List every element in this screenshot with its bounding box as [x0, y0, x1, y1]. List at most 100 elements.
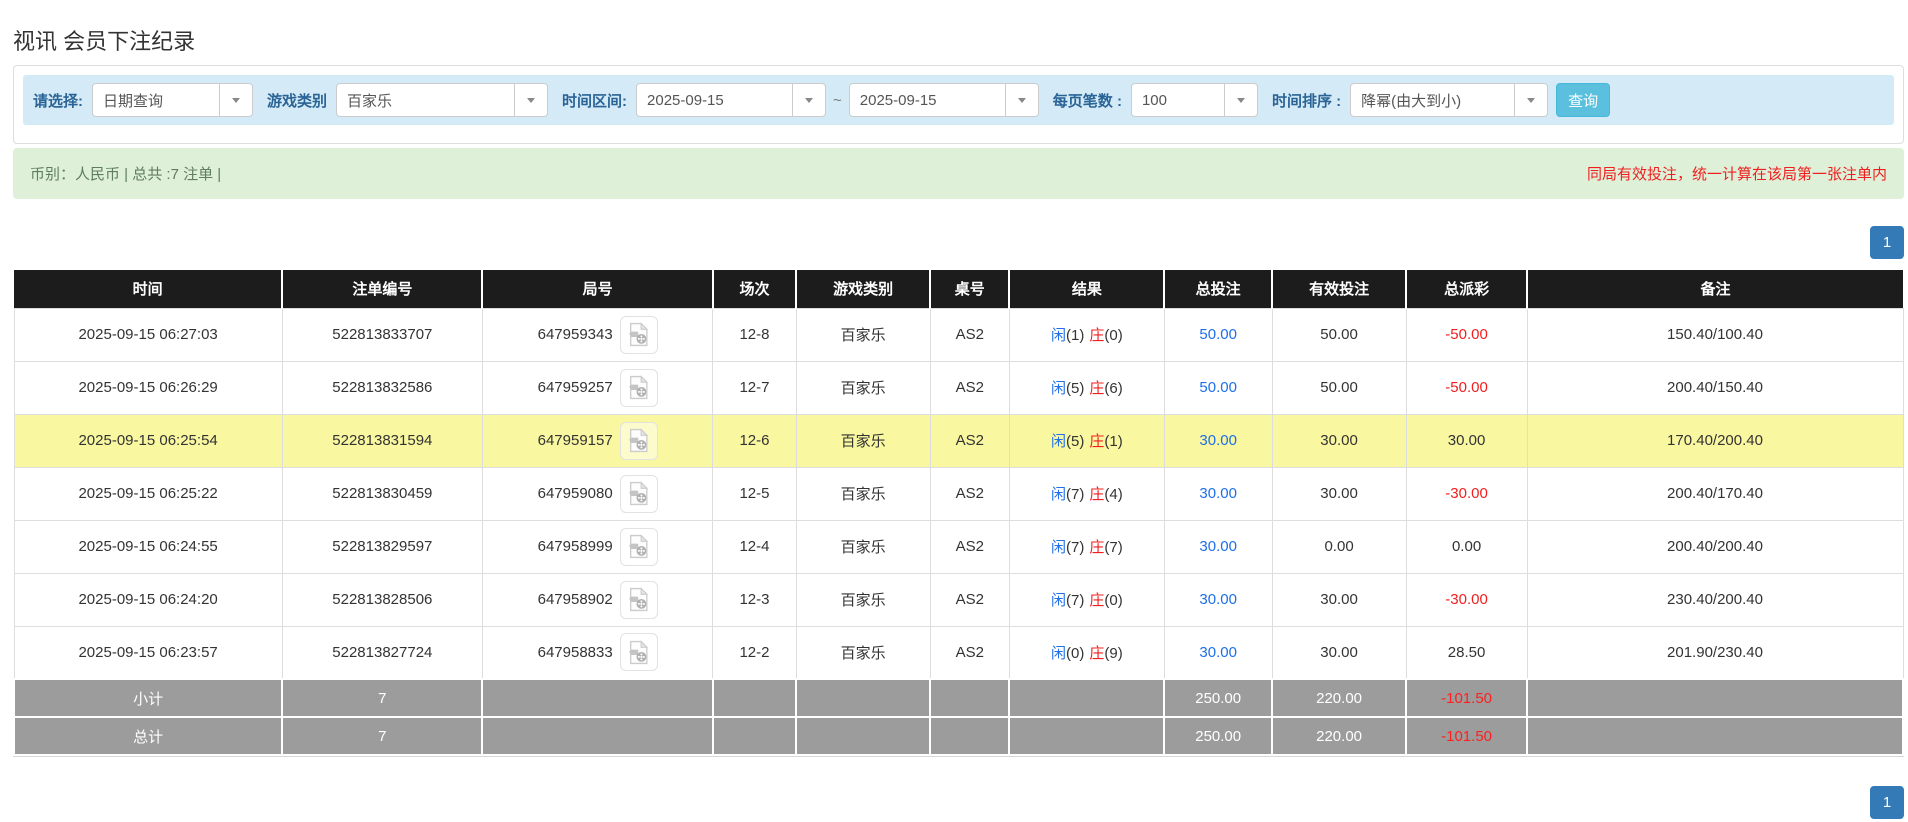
round-number: 647959257: [537, 379, 613, 396]
cell-payout: -50.00: [1405, 307, 1528, 362]
cell-total-bet: 30.00: [1163, 572, 1273, 627]
video-replay-button[interactable]: [619, 368, 658, 407]
col-header-payout: 总派彩: [1406, 270, 1529, 308]
result-player: 闲: [1051, 592, 1067, 609]
result-player: 闲: [1051, 380, 1067, 397]
chevron-down-icon[interactable]: [219, 84, 252, 116]
cell-round: 647959343: [481, 307, 714, 362]
result-banker: 庄: [1089, 644, 1105, 662]
table-row: 2025-09-15 06:23:57 522813827724 6479588…: [13, 625, 1904, 680]
subtotal-label: 小计: [12, 678, 284, 718]
round-number: 647958902: [537, 591, 613, 608]
search-button[interactable]: 查询: [1556, 83, 1611, 117]
select-page-size[interactable]: 100: [1130, 83, 1258, 117]
round-number: 647959343: [537, 326, 613, 343]
col-header-bet-id: 注单编号: [282, 270, 484, 308]
video-replay-button[interactable]: [619, 633, 658, 672]
cell-time: 2025-09-15 06:25:54: [13, 413, 283, 468]
video-file-icon: [629, 322, 649, 347]
pagination-page-1[interactable]: 1: [1870, 226, 1904, 259]
summary-currency-count: 币别：人民币 | 总共 :7 注单 |: [30, 166, 222, 183]
table-row: 2025-09-15 06:24:20 522813828506 6479589…: [13, 572, 1904, 627]
cell-valid-bet: 0.00: [1271, 519, 1407, 574]
cell-bet-id: 522813830459: [281, 466, 483, 521]
result-banker-value: (4): [1104, 486, 1123, 503]
video-replay-button[interactable]: [619, 315, 658, 354]
table-header-row: 时间 注单编号 局号 场次 游戏类别 桌号 结果 总投注 有效投注 总派彩 备注: [14, 270, 1903, 308]
cell-remark: 200.40/170.40: [1526, 466, 1904, 521]
select-date-from-value: 2025-09-15: [647, 91, 724, 109]
col-header-remark: 备注: [1527, 270, 1903, 308]
cell-valid-bet: 50.00: [1271, 360, 1407, 415]
chevron-down-icon[interactable]: [792, 84, 825, 116]
round-number: 647958833: [537, 643, 613, 661]
result-player: 闲: [1051, 486, 1067, 503]
result-player-value: (5): [1066, 380, 1085, 397]
cell-round: 647959080: [481, 466, 714, 521]
subtotal-row: 小计 7 250.00 220.00 -101.50: [12, 678, 1904, 718]
subtotal-payout: -101.50: [1405, 678, 1529, 718]
video-replay-button[interactable]: [619, 527, 658, 566]
select-date-from[interactable]: 2025-09-15: [636, 83, 827, 117]
cell-remark: 170.40/200.40: [1526, 413, 1904, 468]
col-header-time: 时间: [14, 270, 284, 308]
cell-remark: 150.40/100.40: [1526, 307, 1904, 362]
cell-round: 647959157: [481, 413, 714, 468]
cell-result: 闲(1) 庄(0): [1008, 307, 1165, 362]
cell-payout: -30.00: [1405, 572, 1528, 627]
cell-bet-id: 522813827724: [281, 625, 483, 680]
select-page-size-value: 100: [1141, 91, 1167, 109]
cell-game-type: 百家乐: [795, 360, 931, 415]
cell-time: 2025-09-15 06:26:29: [13, 360, 283, 415]
cell-game-type: 百家乐: [795, 625, 931, 680]
table-row: 2025-09-15 06:24:55 522813829597 6479589…: [13, 519, 1904, 574]
col-header-table-no: 桌号: [930, 270, 1011, 308]
cell-table-no: AS2: [929, 466, 1010, 521]
cell-bet-id: 522813833707: [281, 307, 483, 362]
cell-session: 12-5: [712, 466, 797, 521]
chevron-down-icon[interactable]: [514, 84, 547, 116]
result-player: 闲: [1051, 327, 1067, 344]
pagination-page-1[interactable]: 1: [1870, 786, 1904, 819]
result-banker: 庄: [1089, 327, 1105, 344]
filter-label-game-type: 游戏类别: [267, 92, 328, 110]
cell-result: 闲(7) 庄(0): [1008, 572, 1165, 627]
cell-table-no: AS2: [929, 360, 1010, 415]
result-player-value: (5): [1066, 433, 1085, 450]
video-file-icon: [629, 587, 649, 612]
cell-total-bet: 50.00: [1163, 307, 1273, 362]
cell-valid-bet: 30.00: [1271, 572, 1407, 627]
select-time-sort[interactable]: 降幂(由大到小): [1350, 83, 1549, 117]
filter-bar: 请选择: 日期查询 游戏类别 百家乐 时间区间: 2025-09-15 ~ 20…: [23, 75, 1894, 125]
cell-time: 2025-09-15 06:23:57: [13, 625, 283, 680]
filter-panel: 请选择: 日期查询 游戏类别 百家乐 时间区间: 2025-09-15 ~ 20…: [13, 65, 1904, 144]
chevron-down-icon[interactable]: [1004, 84, 1038, 116]
subtotal-total-bet: 250.00: [1163, 678, 1274, 718]
subtotal-valid-bet: 220.00: [1271, 678, 1408, 718]
cell-game-type: 百家乐: [795, 519, 931, 574]
cell-table-no: AS2: [929, 413, 1010, 468]
cell-game-type: 百家乐: [795, 307, 931, 362]
result-player: 闲: [1051, 539, 1067, 556]
filter-label-date-range: 时间区间:: [562, 92, 628, 110]
video-replay-button[interactable]: [619, 474, 658, 513]
result-banker: 庄: [1089, 592, 1105, 609]
select-date-to[interactable]: 2025-09-15: [848, 83, 1039, 117]
chevron-down-icon[interactable]: [1223, 84, 1257, 116]
cell-total-bet: 30.00: [1163, 466, 1273, 521]
select-game-type[interactable]: 百家乐: [336, 83, 549, 117]
cell-table-no: AS2: [929, 519, 1010, 574]
cell-payout: 0.00: [1405, 519, 1528, 574]
cell-payout: 30.00: [1405, 413, 1528, 468]
cell-session: 12-2: [712, 625, 797, 680]
video-replay-button[interactable]: [619, 580, 658, 619]
total-payout: -101.50: [1405, 716, 1529, 756]
total-label: 总计: [12, 716, 284, 756]
chevron-down-icon[interactable]: [1514, 84, 1547, 116]
select-query-type[interactable]: 日期查询: [92, 83, 253, 117]
page-title: 视讯 会员下注纪录: [13, 29, 196, 54]
video-replay-button[interactable]: [619, 421, 658, 460]
cell-payout: 28.50: [1405, 625, 1528, 680]
cell-total-bet: 30.00: [1163, 625, 1273, 680]
cell-time: 2025-09-15 06:24:55: [13, 519, 283, 574]
